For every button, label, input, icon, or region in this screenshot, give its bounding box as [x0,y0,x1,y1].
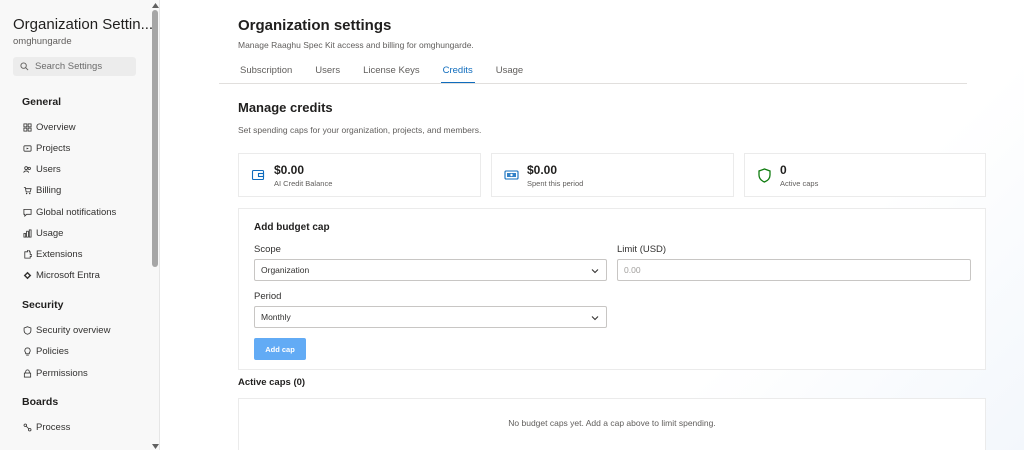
stat-label: AI Credit Balance [274,178,333,188]
sidebar-item-label: Billing [36,185,62,196]
sidebar-item-users[interactable]: Users [22,164,61,175]
sidebar-scrollbar[interactable] [150,0,160,450]
form-title: Add budget cap [254,222,330,233]
sidebar-item-permissions[interactable]: Permissions [22,368,88,379]
sidebar-item-label: Process [36,422,71,433]
stat-label: Spent this period [527,178,584,188]
sidebar-item-process[interactable]: Process [22,422,70,433]
group-general: General [22,96,62,108]
stat-card-active-caps: 0 Active caps [744,153,986,197]
chat-icon [22,208,32,218]
chevron-down-icon [591,316,599,321]
sidebar-item-label: Global notifications [36,207,117,218]
wallet-icon [250,167,266,183]
sidebar-item-label: Overview [36,122,76,133]
sidebar-item-label: Microsoft Entra [36,270,100,281]
group-security: Security [22,299,64,311]
sidebar-item-extensions[interactable]: Extensions [22,249,82,260]
period-label: Period [254,291,282,302]
stat-value: $0.00 [527,162,558,177]
empty-state-text: No budget caps yet. Add a cap above to l… [508,418,716,428]
usage-icon [22,229,32,239]
sidebar-item-label: Security overview [36,325,111,336]
stat-card-spent: $0.00 Spent this period [491,153,734,197]
sidebar-org-name: omghungarde [13,36,72,47]
tab-credits[interactable]: Credits [440,63,475,83]
extensions-icon [22,250,32,260]
stat-value: $0.00 [274,162,305,177]
add-cap-button[interactable]: Add cap [254,338,306,360]
shield-icon [756,167,772,183]
chevron-down-icon [591,269,599,274]
shield-icon [22,326,32,336]
tab-bar: Subscription Users License Keys Credits … [238,63,544,83]
limit-label: Limit (USD) [617,244,667,255]
entra-icon [22,271,32,281]
stat-value: 0 [780,162,787,177]
sidebar-item-projects[interactable]: Projects [22,143,70,154]
section-title: Manage credits [238,100,333,115]
projects-icon [22,144,32,154]
sidebar-item-label: Extensions [36,249,83,260]
active-caps-title: Active caps (0) [238,377,306,388]
sidebar-item-label: Projects [36,143,71,154]
tab-subscription[interactable]: Subscription [238,63,294,83]
scope-label: Scope [254,244,281,255]
add-budget-cap-card: Add budget cap Scope Organization Limit … [238,208,986,370]
sidebar-item-label: Users [36,164,61,175]
limit-field[interactable] [617,259,971,281]
sidebar: Organization Settin... omghungarde Gener… [0,0,160,450]
sidebar-title: Organization Settin... [13,16,154,33]
sidebar-item-billing[interactable]: Billing [22,185,61,196]
main-content: Organization settings Manage Raaghu Spec… [160,0,1024,450]
sidebar-item-label: Permissions [36,368,88,379]
stat-label: Active caps [780,178,819,188]
sidebar-item-usage[interactable]: Usage [22,228,63,239]
scope-select[interactable]: Organization [254,259,607,281]
sidebar-item-security-overview[interactable]: Security overview [22,325,110,336]
page-subtitle: Manage Raaghu Spec Kit access and billin… [238,40,474,50]
search-input[interactable] [35,61,135,72]
process-icon [22,423,32,433]
stat-card-credit-balance: $0.00 AI Credit Balance [238,153,481,197]
sidebar-item-label: Policies [36,346,69,357]
search-box[interactable] [13,57,136,76]
lock-icon [22,369,32,379]
page-title: Organization settings [238,17,392,34]
tab-usage[interactable]: Usage [494,63,525,83]
sidebar-item-microsoft-entra[interactable]: Microsoft Entra [22,270,100,281]
scroll-down-icon[interactable] [151,442,159,450]
sidebar-item-overview[interactable]: Overview [22,122,76,133]
sidebar-item-policies[interactable]: Policies [22,346,69,357]
sidebar-item-label: Usage [36,228,64,239]
cart-icon [22,186,32,196]
period-value: Monthly [261,312,291,322]
group-boards: Boards [22,396,59,408]
sidebar-item-global-notifications[interactable]: Global notifications [22,207,116,218]
search-icon [20,58,29,76]
grid-icon [22,123,32,133]
tab-license-keys[interactable]: License Keys [361,63,422,83]
limit-input[interactable] [624,265,953,275]
active-caps-list: No budget caps yet. Add a cap above to l… [238,398,986,450]
period-select[interactable]: Monthly [254,306,607,328]
users-icon [22,165,32,175]
section-subtitle: Set spending caps for your organization,… [238,125,482,135]
tab-users[interactable]: Users [313,63,342,83]
bulb-icon [22,347,32,357]
money-icon [503,167,519,183]
scroll-up-icon[interactable] [151,1,159,9]
tabs-divider [219,83,967,84]
scroll-thumb[interactable] [152,10,158,267]
scope-value: Organization [261,265,310,275]
